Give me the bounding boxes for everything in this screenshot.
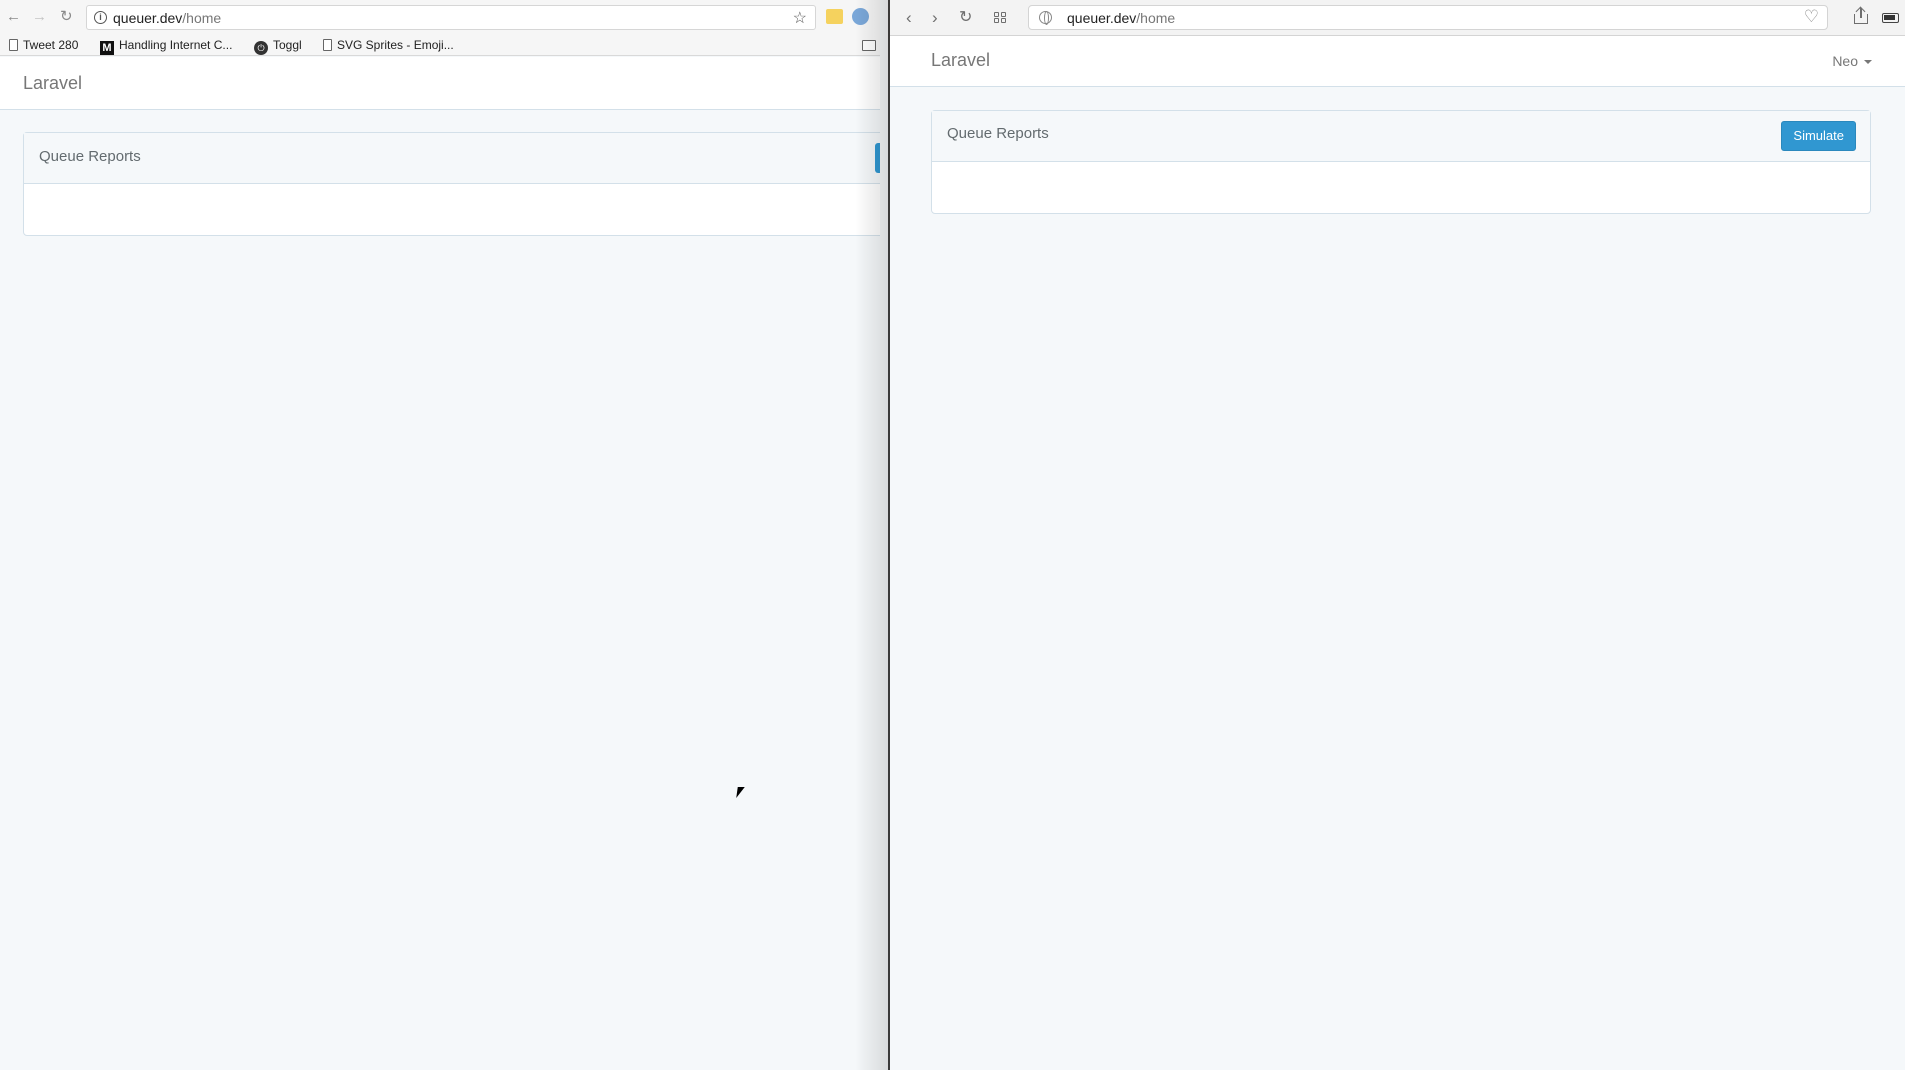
right-brand-link[interactable]: Laravel (931, 50, 990, 71)
reload-icon[interactable]: ↻ (60, 8, 73, 26)
left-browser-toolbar: ← → ↻ i queuer.dev/home ☆ (0, 0, 880, 34)
bookmark-item[interactable]: SVG Sprites - Emoji... (323, 38, 454, 52)
right-panel-title: Queue Reports (947, 125, 1049, 142)
window-shadow (855, 0, 889, 1070)
bookmark-label: Handling Internet C... (119, 38, 233, 52)
bookmark-label: Tweet 280 (23, 38, 79, 52)
right-url[interactable]: queuer.dev/home (1067, 10, 1175, 26)
caret-down-icon (1864, 60, 1872, 64)
bookmark-item[interactable]: ⏻ Toggl (254, 38, 302, 55)
left-url-path: /home (182, 10, 222, 26)
right-queue-reports-panel: Queue Reports Simulate (931, 110, 1871, 214)
simulate-button[interactable]: Simulate (1781, 121, 1856, 151)
bookmark-label: SVG Sprites - Emoji... (337, 38, 454, 52)
favorite-heart-icon[interactable]: ♡ (1804, 7, 1819, 27)
user-menu-dropdown[interactable]: Neo (1832, 53, 1872, 69)
right-url-host: queuer.dev (1067, 10, 1137, 26)
document-icon (9, 39, 18, 51)
tab-overview-icon[interactable] (994, 12, 1007, 24)
right-url-path: /home (1136, 10, 1176, 26)
left-brand-link[interactable]: Laravel (23, 73, 82, 94)
left-panel-heading: Queue Reports (24, 133, 880, 184)
extension-icon[interactable] (826, 9, 843, 24)
left-address-bar[interactable]: i queuer.dev/home ☆ (86, 5, 816, 30)
reload-icon[interactable]: ↻ (959, 8, 972, 28)
left-queue-reports-panel: Queue Reports (23, 132, 880, 236)
left-url[interactable]: queuer.dev/home (113, 10, 221, 26)
left-app-navbar: Laravel (0, 57, 880, 110)
bookmark-item[interactable]: M Handling Internet C... (100, 38, 232, 55)
bookmark-label: Toggl (273, 38, 302, 52)
globe-icon (1039, 11, 1052, 25)
left-browser-window: ← → ↻ i queuer.dev/home ☆ Tweet 280 M Han… (0, 0, 880, 1070)
right-page: Laravel Neo Queue Reports Simulate (890, 36, 1905, 1070)
info-icon[interactable]: i (94, 11, 107, 24)
right-panel-heading: Queue Reports Simulate (932, 111, 1870, 162)
right-app-navbar: Laravel Neo (890, 36, 1905, 87)
medium-m-icon: M (100, 41, 114, 55)
right-browser-toolbar: ‹ › ↻ queuer.dev/home ♡ (890, 0, 1905, 36)
back-chevron-icon[interactable]: ‹ (906, 8, 912, 28)
bookmark-item[interactable]: Tweet 280 (9, 38, 78, 52)
document-icon (323, 39, 332, 51)
forward-arrow-icon[interactable]: → (32, 8, 47, 26)
user-name: Neo (1832, 53, 1858, 69)
left-panel-title: Queue Reports (39, 148, 141, 165)
right-address-bar[interactable]: queuer.dev/home ♡ (1028, 5, 1828, 30)
left-url-host: queuer.dev (113, 10, 183, 26)
share-icon[interactable] (1854, 8, 1868, 24)
bookmark-star-icon[interactable]: ☆ (793, 8, 807, 28)
bookmarks-bar: Tweet 280 M Handling Internet C... ⏻ Toggl… (0, 34, 880, 56)
forward-chevron-icon[interactable]: › (932, 8, 938, 28)
right-browser-window: ‹ › ↻ queuer.dev/home ♡ Laravel Neo Queu… (890, 0, 1905, 1070)
toggl-icon: ⏻ (254, 41, 268, 55)
battery-icon (1882, 13, 1899, 23)
left-page: Laravel Queue Reports (0, 57, 880, 1070)
back-arrow-icon[interactable]: ← (6, 8, 21, 26)
